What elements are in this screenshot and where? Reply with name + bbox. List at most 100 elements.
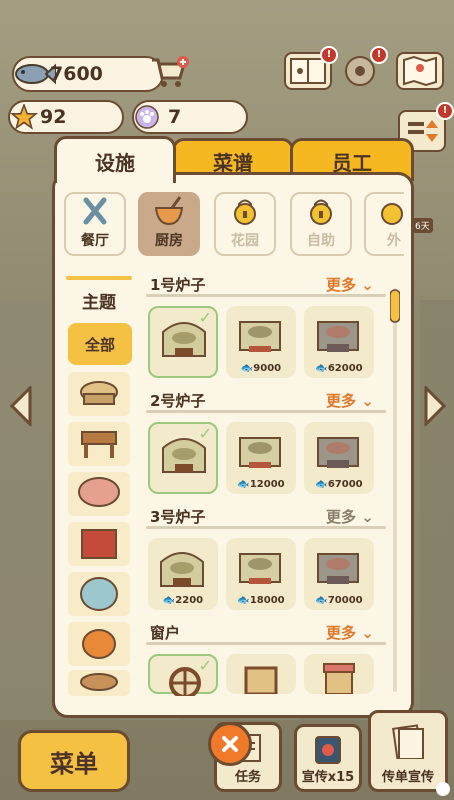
theme-thumb-checkered-table[interactable]	[68, 472, 130, 516]
stove-card[interactable]: 🐟62000	[304, 306, 374, 378]
lock-icon	[381, 203, 403, 225]
category-garden[interactable]: 花园	[214, 192, 276, 256]
chevron-right-icon[interactable]	[422, 386, 448, 426]
price-label: 🐟67000	[304, 479, 374, 490]
more-button[interactable]: 更多 ⌄	[326, 506, 374, 527]
promo-button[interactable]: 宣传x15	[294, 724, 362, 792]
fish-currency: 7600	[12, 56, 164, 92]
fish-icon: 🐟	[237, 479, 250, 490]
gem-amount: 7	[168, 106, 182, 128]
theme-thumb-round-table[interactable]	[68, 372, 130, 416]
fish-icon: 🐟	[315, 363, 328, 374]
section-divider	[146, 526, 386, 529]
scrollbar[interactable]	[390, 288, 400, 692]
sidebar-title: 主题	[82, 293, 116, 313]
stove-card[interactable]: 🐟12000	[226, 422, 296, 494]
price-label: 🐟12000	[226, 479, 296, 490]
section-divider	[146, 294, 386, 297]
iron-stove-icon	[317, 321, 359, 352]
star-icon	[10, 104, 38, 130]
section-title: 2号炉子	[150, 392, 206, 410]
chevron-down-icon: ⌄	[356, 276, 374, 294]
task-label: 任务	[234, 770, 261, 785]
window-card-selected[interactable]: ✓	[148, 654, 218, 696]
white-dot	[436, 782, 450, 796]
notification-badge: !	[436, 102, 454, 120]
category-label: 外	[387, 233, 401, 249]
price-label: 🐟9000	[226, 363, 296, 374]
price-value: 9000	[253, 363, 282, 374]
price-label: 🐟2200	[148, 595, 218, 606]
price-label: 🐟62000	[304, 363, 374, 374]
theme-sidebar: 主题 全部	[66, 276, 132, 696]
check-icon: ✓	[198, 424, 212, 443]
chevron-left-icon[interactable]	[8, 386, 34, 426]
stove-card[interactable]: 🐟67000	[304, 422, 374, 494]
stove-card[interactable]: 🐟70000	[304, 538, 374, 610]
price-value: 12000	[249, 479, 285, 490]
stove-card[interactable]: 🐟2200	[148, 538, 218, 610]
menu-button[interactable]: 菜单	[18, 730, 130, 792]
stove-card[interactable]: 🐟9000	[226, 306, 296, 378]
menu-label: 菜单	[50, 749, 98, 778]
window-card[interactable]	[226, 654, 296, 694]
iron-stove-icon	[317, 437, 359, 468]
chevron-down-icon: ⌄	[356, 392, 374, 410]
section-divider	[146, 410, 386, 413]
price-label: 🐟18000	[226, 595, 296, 606]
lock-icon	[234, 199, 256, 225]
cart-icon	[152, 56, 189, 87]
theme-all-button[interactable]: 全部	[68, 323, 132, 365]
fish-amount: 7600	[50, 63, 103, 85]
category-label: 餐厅	[81, 233, 109, 249]
stove-card-selected[interactable]: ✓	[148, 422, 218, 494]
flyer-label: 传单宣传	[381, 770, 434, 785]
stove-card[interactable]: 🐟18000	[226, 538, 296, 610]
flyer-icon	[392, 724, 424, 759]
map-icon	[403, 55, 437, 87]
category-self-service[interactable]: 自助	[290, 192, 352, 256]
fish-icon: 🐟	[237, 595, 250, 606]
fish-icon: 🐟	[240, 363, 254, 374]
promo-card-icon	[315, 736, 341, 764]
theme-thumb-stump-table[interactable]	[68, 670, 130, 696]
price-label: 🐟70000	[304, 595, 374, 606]
more-button[interactable]: 更多 ⌄	[326, 274, 374, 295]
more-label: 更多	[326, 624, 357, 642]
check-icon: ✓	[198, 656, 212, 675]
map-button[interactable]	[396, 52, 444, 90]
theme-thumb-striped-table[interactable]	[68, 572, 130, 616]
chevron-down-icon: ⌄	[356, 508, 374, 526]
section-title: 1号炉子	[150, 276, 206, 294]
window-card[interactable]	[304, 654, 374, 694]
iron-stove-icon	[317, 553, 359, 584]
stone-oven-icon	[160, 552, 204, 587]
paw-gem-icon	[135, 105, 159, 129]
section-title: 窗户	[150, 624, 181, 642]
notification-badge: !	[320, 46, 338, 64]
fish-icon: 🐟	[315, 479, 328, 490]
check-icon: ✓	[198, 308, 212, 327]
tab-facilities[interactable]: 设施	[54, 136, 176, 183]
more-button[interactable]: 更多 ⌄	[326, 622, 374, 643]
price-value: 2200	[175, 595, 204, 606]
fish-icon: 🐟	[162, 595, 176, 606]
category-outdoor[interactable]: 外	[364, 192, 404, 256]
more-button[interactable]: 更多 ⌄	[326, 390, 374, 411]
flyer-button[interactable]: 传单宣传	[368, 710, 448, 792]
theme-thumb-red-table[interactable]	[68, 522, 130, 566]
close-button[interactable]	[208, 722, 252, 766]
theme-thumb-wood-table[interactable]	[68, 422, 130, 466]
category-label: 厨房	[155, 233, 183, 249]
gem-currency: 7	[132, 100, 248, 134]
stove-card-selected[interactable]: ✓	[148, 306, 218, 378]
category-label: 自助	[307, 233, 335, 249]
theme-thumb-pumpkin-table[interactable]	[68, 622, 130, 666]
star-currency: 92	[8, 100, 124, 134]
section-divider	[146, 642, 386, 645]
category-restaurant[interactable]: 餐厅	[64, 192, 126, 256]
price-value: 18000	[249, 595, 285, 606]
brick-stove-icon	[239, 321, 281, 352]
shop-cart-button[interactable]	[150, 54, 189, 88]
category-kitchen[interactable]: 厨房	[138, 192, 200, 256]
